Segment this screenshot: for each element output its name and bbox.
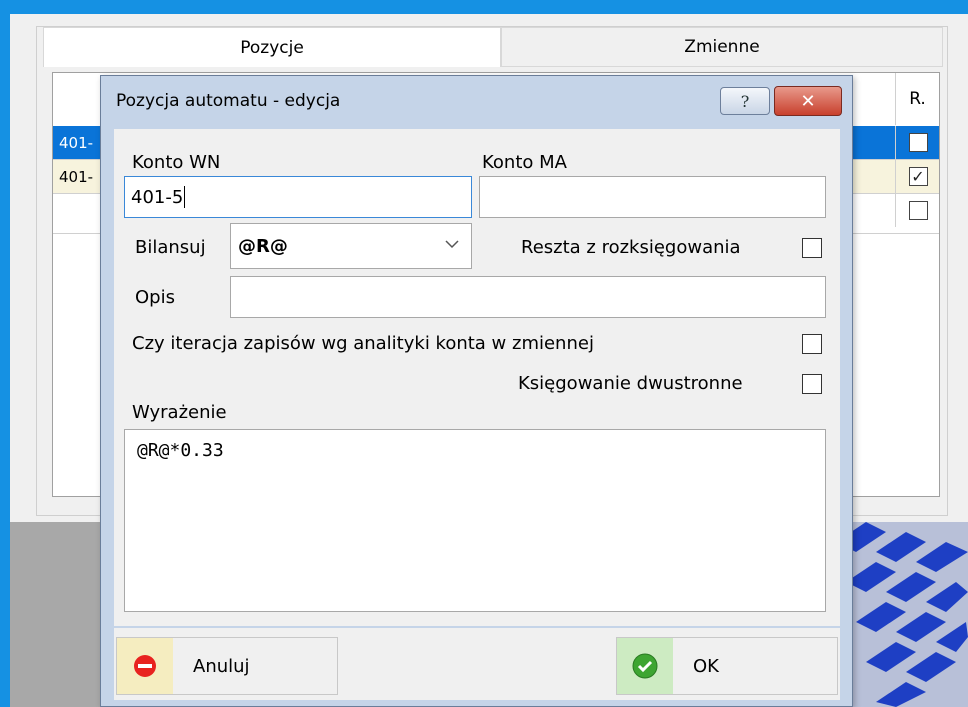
grid-row-account: 401- xyxy=(59,168,94,186)
reszta-label: Reszta z rozksięgowania xyxy=(521,237,741,258)
window-top-border xyxy=(0,0,968,14)
ok-button-label: OK xyxy=(693,655,719,677)
konto-wn-label: Konto WN xyxy=(132,152,221,173)
close-icon: ✕ xyxy=(800,90,816,112)
reszta-checkbox[interactable] xyxy=(802,238,822,258)
tab-pozycje-label: Pozycje xyxy=(240,37,304,58)
grid-row-r-checkbox[interactable] xyxy=(908,201,928,220)
cancel-button-label: Anuluj xyxy=(193,655,250,677)
konto-wn-input[interactable]: 401-5 xyxy=(124,176,472,218)
grid-row-account: 401- xyxy=(59,134,94,152)
grid-row-r-checkbox[interactable] xyxy=(908,133,928,152)
checkmark-icon xyxy=(632,653,658,679)
grid-header-r: R. xyxy=(895,73,939,125)
tab-zmienne[interactable]: Zmienne xyxy=(501,27,943,67)
help-icon: ? xyxy=(740,91,750,111)
konto-ma-input[interactable] xyxy=(479,176,826,218)
ok-button[interactable]: OK xyxy=(616,637,838,695)
close-button[interactable]: ✕ xyxy=(774,86,842,116)
tab-pozycje[interactable]: Pozycje xyxy=(43,27,501,67)
grid-row-r-checkbox-checked[interactable]: ✓ xyxy=(908,167,928,186)
opis-label: Opis xyxy=(135,287,175,308)
dialog-title: Pozycja automatu - edycja xyxy=(116,91,341,111)
konto-ma-label: Konto MA xyxy=(482,152,567,173)
cancel-icon-wrap xyxy=(117,638,173,694)
grid-row-r-cell xyxy=(895,126,940,159)
konto-wn-value: 401-5 xyxy=(131,186,184,208)
stop-icon xyxy=(134,655,156,677)
dwustronne-checkbox[interactable] xyxy=(802,374,822,394)
iteracja-label: Czy iteracja zapisów wg analityki konta … xyxy=(132,333,594,354)
wyrazenie-value: @R@*0.33 xyxy=(137,440,224,461)
opis-input[interactable] xyxy=(230,276,826,318)
grid-row-r-cell xyxy=(895,194,940,227)
window-left-border xyxy=(0,14,10,707)
text-caret xyxy=(184,186,186,208)
chevron-down-icon xyxy=(445,240,459,249)
wyrazenie-textarea[interactable]: @R@*0.33 xyxy=(124,429,826,612)
grid-row-r-cell: ✓ xyxy=(895,160,940,193)
wyrazenie-label: Wyrażenie xyxy=(132,402,227,423)
bilansuj-value: @R@ xyxy=(238,235,288,257)
ok-icon-wrap xyxy=(617,638,673,694)
dwustronne-label: Księgowanie dwustronne xyxy=(518,373,743,394)
bilansuj-select[interactable]: @R@ xyxy=(230,223,472,269)
bilansuj-label: Bilansuj xyxy=(135,237,206,258)
help-button[interactable]: ? xyxy=(720,87,770,115)
tab-zmienne-label: Zmienne xyxy=(684,37,760,57)
cancel-button[interactable]: Anuluj xyxy=(116,637,338,695)
iteracja-checkbox[interactable] xyxy=(802,334,822,354)
